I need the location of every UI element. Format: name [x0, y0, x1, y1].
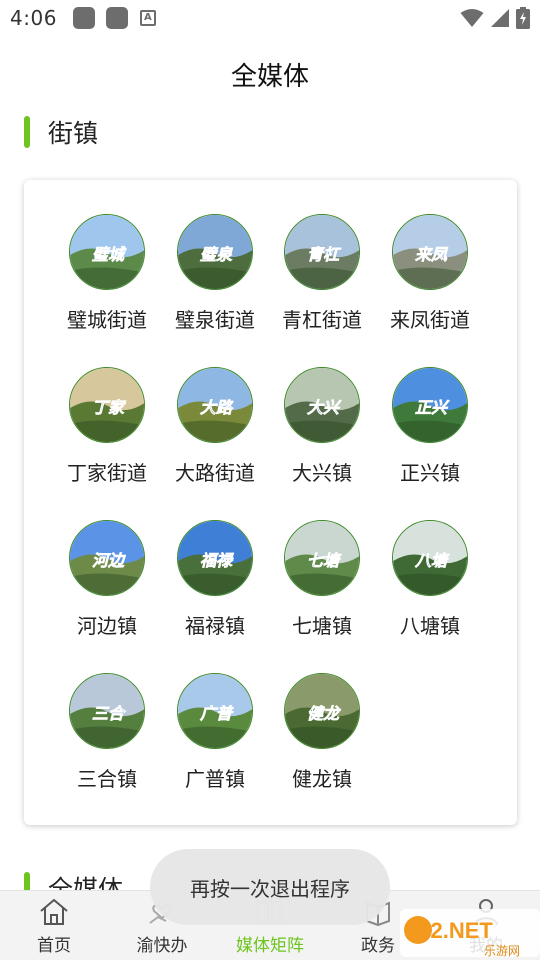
town-photo: 来凤 — [392, 214, 468, 290]
system-icons — [460, 7, 530, 29]
town-photo: 七塘 — [284, 520, 360, 596]
town-badge-text: 璧泉 — [200, 245, 233, 264]
town-name: 来凤街道 — [390, 308, 470, 332]
town-tile[interactable]: 大路 大路街道 — [155, 367, 275, 507]
town-badge-text: 健龙 — [307, 704, 341, 723]
town-badge-text: 八塘 — [414, 551, 450, 570]
town-name: 璧城街道 — [67, 308, 147, 332]
town-badge-text: 来凤 — [415, 245, 449, 264]
town-name: 大路街道 — [175, 461, 255, 485]
town-name: 七塘镇 — [292, 614, 352, 638]
town-name: 福禄镇 — [185, 614, 245, 638]
page-title: 全媒体 — [230, 62, 309, 92]
watermark-logo: 962.NET 乐游网 — [400, 909, 540, 958]
a-badge-icon: A — [139, 10, 156, 26]
signal-icon — [491, 9, 509, 27]
town-name: 八塘镇 — [400, 614, 460, 638]
town-tile[interactable]: 来凤 来凤街道 — [370, 214, 490, 354]
nav-label: 媒体矩阵 — [236, 936, 304, 956]
wifi-icon — [460, 9, 484, 27]
town-photo: 河边 — [69, 520, 145, 596]
nav-label: 政务 — [361, 936, 395, 956]
town-tile[interactable]: 大兴 大兴镇 — [262, 367, 382, 507]
town-badge-text: 丁家 — [92, 398, 127, 417]
town-name: 丁家街道 — [67, 461, 147, 485]
town-photo: 三合 — [69, 673, 145, 749]
town-tile[interactable]: 正兴 正兴镇 — [370, 367, 490, 507]
towns-card: 璧城 璧城街道 璧泉 璧泉街道 青杠 青杠街道 来凤 来凤街道 丁家 丁家街道 大路 大路街道 大兴 大兴… — [24, 180, 517, 825]
town-name: 青杠街道 — [282, 308, 362, 332]
section-accent-bar — [24, 116, 30, 148]
town-photo: 大路 — [177, 367, 253, 443]
status-time: 4:06 — [10, 6, 57, 30]
town-name: 河边镇 — [77, 614, 137, 638]
towns-grid: 璧城 璧城街道 璧泉 璧泉街道 青杠 青杠街道 来凤 来凤街道 丁家 丁家街道 大路 大路街道 大兴 大兴… — [24, 180, 517, 825]
town-photo: 丁家 — [69, 367, 145, 443]
town-tile[interactable]: 河边 河边镇 — [47, 520, 167, 660]
status-bar: 4:06 A — [0, 0, 540, 36]
town-badge-text: 福禄 — [200, 551, 234, 570]
town-badge-text: 河边 — [92, 551, 126, 570]
section-header: 街镇 — [24, 114, 98, 150]
exit-toast: 再按一次退出程序 — [150, 849, 390, 925]
town-tile[interactable]: 璧城 璧城街道 — [47, 214, 167, 354]
town-photo: 大兴 — [284, 367, 360, 443]
app-notif-icon — [72, 7, 95, 29]
town-badge-text: 三合 — [92, 704, 127, 723]
watermark-subtext: 乐游网 — [484, 944, 520, 958]
town-name: 健龙镇 — [292, 767, 352, 791]
home-icon — [40, 898, 68, 925]
town-badge-text: 正兴 — [415, 398, 450, 417]
town-badge-text: 大兴 — [307, 398, 342, 417]
town-tile[interactable]: 七塘 七塘镇 — [262, 520, 382, 660]
town-tile[interactable]: 八塘 八塘镇 — [370, 520, 490, 660]
town-name: 三合镇 — [77, 767, 137, 791]
town-badge-text: 璧城 — [92, 245, 127, 264]
town-photo: 正兴 — [392, 367, 468, 443]
battery-charging-icon — [516, 7, 530, 29]
town-name: 广普镇 — [185, 767, 245, 791]
town-name: 璧泉街道 — [175, 308, 255, 332]
town-photo: 八塘 — [392, 520, 468, 596]
town-badge-text: 青杠 — [307, 245, 342, 264]
town-photo: 青杠 — [284, 214, 360, 290]
app-notif-icon — [105, 7, 128, 29]
town-name: 正兴镇 — [400, 461, 460, 485]
town-name: 大兴镇 — [292, 461, 352, 485]
nav-item-home[interactable]: 首页 — [0, 891, 108, 960]
town-photo: 健龙 — [284, 673, 360, 749]
town-photo: 璧城 — [69, 214, 145, 290]
town-badge-text: 七塘 — [307, 551, 342, 570]
town-tile[interactable]: 青杠 青杠街道 — [262, 214, 382, 354]
town-tile[interactable]: 三合 三合镇 — [47, 673, 167, 813]
nav-label: 首页 — [37, 936, 71, 956]
town-photo: 广普 — [177, 673, 253, 749]
section-title: 街镇 — [48, 119, 99, 148]
town-badge-text: 大路 — [200, 398, 234, 417]
watermark-text: 962.NET — [406, 918, 493, 943]
town-tile[interactable]: 健龙 健龙镇 — [262, 673, 382, 813]
town-photo: 璧泉 — [177, 214, 253, 290]
town-tile[interactable]: 福禄 福禄镇 — [155, 520, 275, 660]
town-tile[interactable]: 广普 广普镇 — [155, 673, 275, 813]
town-tile[interactable]: 璧泉 璧泉街道 — [155, 214, 275, 354]
town-badge-text: 广普 — [199, 704, 234, 723]
town-photo: 福禄 — [177, 520, 253, 596]
town-tile[interactable]: 丁家 丁家街道 — [47, 367, 167, 507]
nav-label: 渝快办 — [136, 936, 188, 956]
